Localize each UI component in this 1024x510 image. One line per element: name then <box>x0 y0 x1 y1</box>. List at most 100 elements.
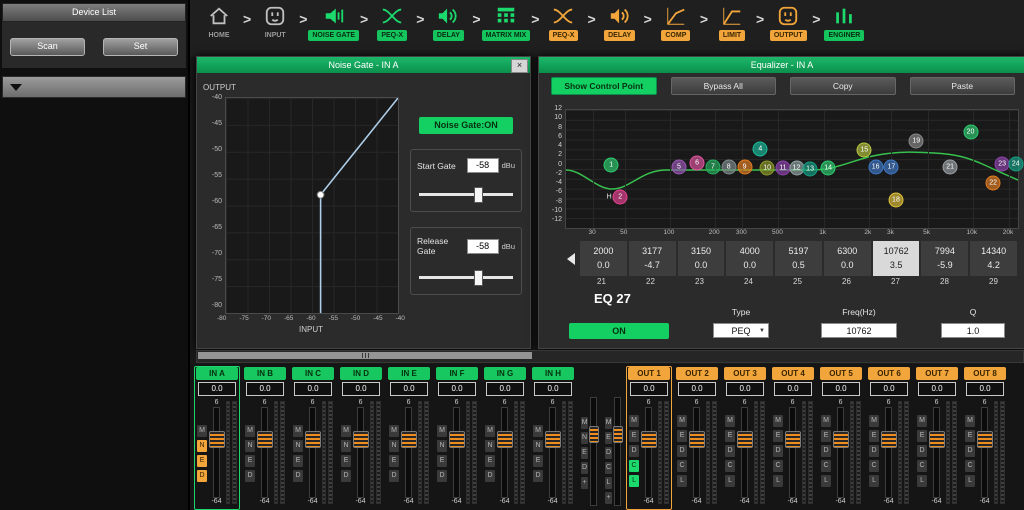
channel-toggle-m[interactable]: M <box>389 425 399 437</box>
channel-fader[interactable] <box>590 397 597 506</box>
channel-fader[interactable] <box>693 407 700 498</box>
channel-toggle-n[interactable]: N <box>197 440 207 452</box>
channel-toggle-m[interactable]: M <box>965 415 975 427</box>
eq-control-point-8[interactable]: 8 <box>721 159 736 174</box>
channel-gain-value[interactable]: 0.0 <box>918 382 956 396</box>
eq-control-point-15[interactable]: 15 <box>857 143 872 158</box>
channel-toggle-e[interactable]: E <box>821 430 831 442</box>
band-cell-24[interactable]: 40000.0 <box>726 241 773 276</box>
channel-toggle-m[interactable]: M <box>725 415 735 427</box>
channel-strip-mini-8[interactable]: MNED+ <box>578 366 600 510</box>
eq-control-point-22[interactable]: 22 <box>986 176 1001 191</box>
channel-toggle-m[interactable]: M <box>869 415 879 427</box>
fader-handle[interactable] <box>641 431 657 448</box>
show-control-point-button[interactable]: Show Control Point <box>551 77 657 95</box>
fader-handle[interactable] <box>929 431 945 448</box>
channel-gain-value[interactable]: 0.0 <box>534 382 572 396</box>
band-cell-28[interactable]: 7994-5.9 <box>921 241 968 276</box>
channel-toggle-m[interactable]: M <box>197 425 207 437</box>
fader-handle[interactable] <box>209 431 225 448</box>
fader-handle[interactable] <box>977 431 993 448</box>
channel-toggle-l[interactable]: L <box>821 475 831 487</box>
chain-item-home[interactable]: HOME <box>196 3 242 41</box>
channel-toggle-n[interactable]: N <box>485 440 495 452</box>
eq-freq-input[interactable]: 10762 <box>821 323 897 338</box>
eq-control-point-17[interactable]: 17 <box>884 159 899 174</box>
channel-toggle-d[interactable]: D <box>581 462 588 474</box>
eq-q-input[interactable]: 1.0 <box>941 323 1005 338</box>
channel-toggle-n[interactable]: N <box>389 440 399 452</box>
eq-control-point-21[interactable]: 21 <box>943 159 958 174</box>
channel-toggle-e[interactable]: E <box>437 455 447 467</box>
channel-toggle-l[interactable]: L <box>725 475 735 487</box>
channel-toggle-l[interactable]: L <box>605 477 612 489</box>
channel-toggle-m[interactable]: M <box>605 417 612 429</box>
channel-toggle-e[interactable]: E <box>629 430 639 442</box>
noise-gate-graph[interactable] <box>225 97 399 314</box>
channel-toggle-e[interactable]: E <box>341 455 351 467</box>
channel-toggle-e[interactable]: E <box>533 455 543 467</box>
eq-control-point-13[interactable]: 13 <box>803 162 818 177</box>
channel-toggle-c[interactable]: C <box>605 462 612 474</box>
channel-toggle-n[interactable]: N <box>533 440 543 452</box>
channel-toggle-e[interactable]: E <box>773 430 783 442</box>
channel-toggle-d[interactable]: D <box>341 470 351 482</box>
eq-control-point-6[interactable]: 6 <box>690 156 705 171</box>
channel-toggle-d[interactable]: D <box>965 445 975 457</box>
copy-button[interactable]: Copy <box>790 77 896 95</box>
eq-control-point-16[interactable]: 16 <box>868 159 883 174</box>
param-value-input[interactable]: -58 <box>467 158 499 173</box>
eq-control-point-1[interactable]: 1 <box>604 158 619 173</box>
channel-toggle-c[interactable]: C <box>821 460 831 472</box>
gate-threshold-handle[interactable] <box>317 191 324 198</box>
channel-toggle-e[interactable]: E <box>197 455 207 467</box>
scrollbar-handle[interactable] <box>198 352 532 359</box>
channel-toggle-e[interactable]: E <box>917 430 927 442</box>
fader-handle[interactable] <box>545 431 561 448</box>
channel-toggle-d[interactable]: D <box>485 470 495 482</box>
channel-toggle-m[interactable]: M <box>533 425 543 437</box>
channel-toggle-c[interactable]: C <box>869 460 879 472</box>
param-slider[interactable] <box>417 270 515 284</box>
paste-button[interactable]: Paste <box>910 77 1016 95</box>
channel-strip-in-e[interactable]: IN E0.0MNED6-64 <box>386 366 432 510</box>
channel-strip-out-2[interactable]: OUT 20.0MEDCL6-64 <box>674 366 720 510</box>
chain-item-peq-x[interactable]: PEQ-X <box>369 3 415 41</box>
channel-fader[interactable] <box>614 397 621 506</box>
channel-toggle-m[interactable]: M <box>581 417 588 429</box>
channel-toggle-n[interactable]: N <box>437 440 447 452</box>
fader-handle[interactable] <box>401 431 417 448</box>
channel-gain-value[interactable]: 0.0 <box>630 382 668 396</box>
channel-gain-value[interactable]: 0.0 <box>246 382 284 396</box>
channel-strip-in-h[interactable]: IN H0.0MNED6-64 <box>530 366 576 510</box>
eq-control-point-9[interactable]: 9 <box>737 159 752 174</box>
channel-gain-value[interactable]: 0.0 <box>726 382 764 396</box>
channel-fader[interactable] <box>741 407 748 498</box>
channel-fader[interactable] <box>501 407 508 498</box>
set-button[interactable]: Set <box>103 38 178 56</box>
channel-toggle-e[interactable]: E <box>605 432 612 444</box>
band-cell-29[interactable]: 143404.2 <box>970 241 1017 276</box>
fader-handle[interactable] <box>737 431 753 448</box>
chain-item-noise-gate[interactable]: NOISE GATE <box>308 3 359 41</box>
band-cell-22[interactable]: 3177-4.7 <box>629 241 676 276</box>
channel-toggle-d[interactable]: D <box>605 447 612 459</box>
channel-toggle-c[interactable]: C <box>773 460 783 472</box>
channel-toggle-m[interactable]: M <box>629 415 639 427</box>
fader-handle[interactable] <box>785 431 801 448</box>
channel-strip-out-5[interactable]: OUT 50.0MEDCL6-64 <box>818 366 864 510</box>
chain-item-peq-x[interactable]: PEQ-X <box>540 3 586 41</box>
chain-item-comp[interactable]: COMP <box>653 3 699 41</box>
band-cell-27[interactable]: 107623.5 <box>873 241 920 276</box>
fader-handle[interactable] <box>589 426 599 443</box>
channel-strip-out-6[interactable]: OUT 60.0MEDCL6-64 <box>866 366 912 510</box>
channel-toggle-d[interactable]: D <box>437 470 447 482</box>
channel-fader[interactable] <box>261 407 268 498</box>
channel-toggle-d[interactable]: D <box>533 470 543 482</box>
device-tree-toggle[interactable] <box>2 76 186 98</box>
channel-toggle-l[interactable]: L <box>869 475 879 487</box>
channel-strip-out-1[interactable]: OUT 10.0MEDCL6-64 <box>626 366 672 510</box>
channel-toggle-m[interactable]: M <box>341 425 351 437</box>
fader-handle[interactable] <box>689 431 705 448</box>
close-icon[interactable]: × <box>511 59 528 73</box>
